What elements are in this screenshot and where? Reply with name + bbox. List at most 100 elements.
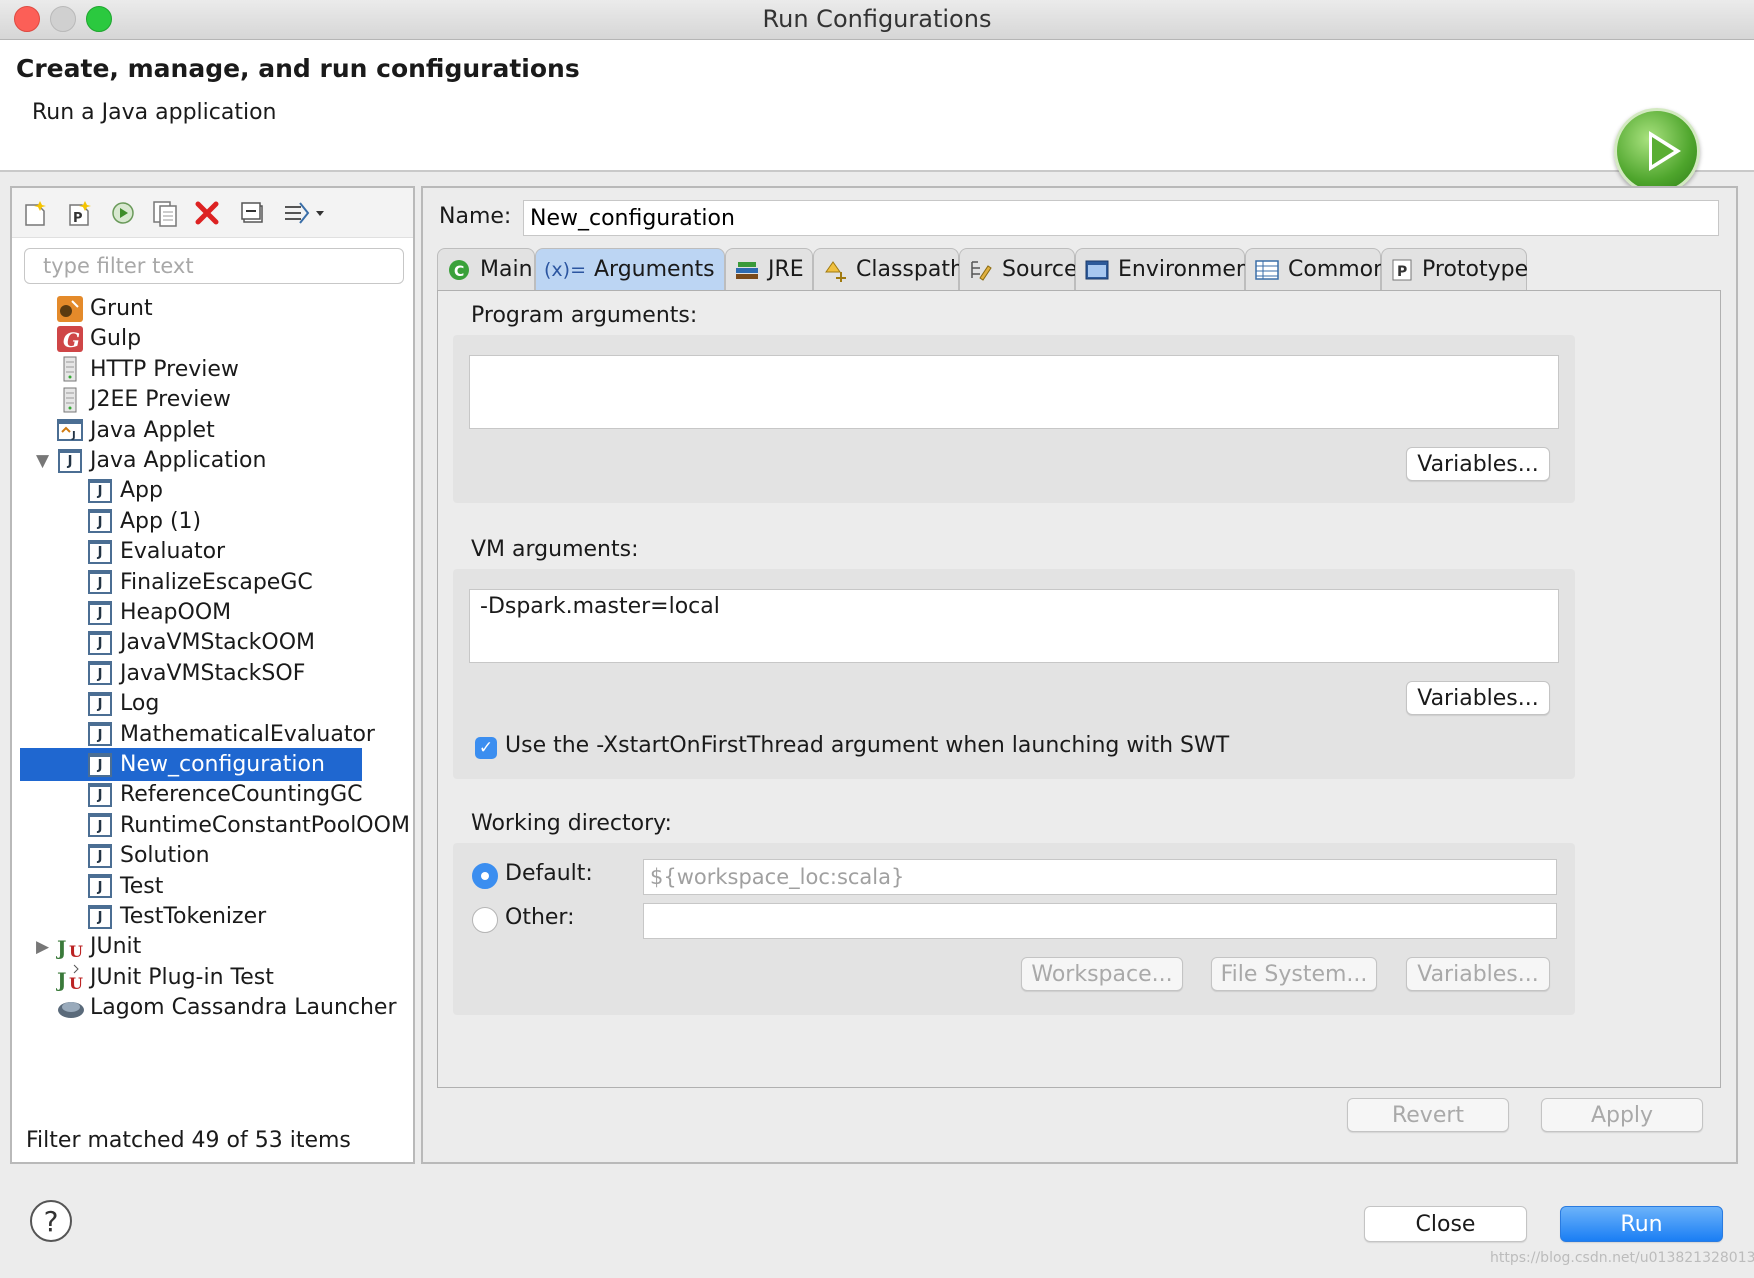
java-app-icon: J	[86, 659, 114, 687]
program-variables-button[interactable]: Variables...	[1406, 447, 1550, 481]
tab-environment[interactable]: Environment	[1075, 248, 1258, 290]
tree-item[interactable]: J App	[86, 474, 163, 507]
tree-item[interactable]: J RuntimeConstantPoolOOM	[86, 809, 410, 842]
configuration-name-input[interactable]	[523, 200, 1719, 236]
java-app-icon: J	[86, 872, 114, 900]
tree-item[interactable]: J HeapOOM	[86, 596, 231, 629]
program-arguments-textarea[interactable]	[469, 355, 1559, 429]
export-icon[interactable]	[108, 198, 138, 228]
tab-arguments[interactable]: (x)= Arguments	[535, 248, 725, 290]
tree-item-label: JavaVMStackSOF	[120, 660, 306, 686]
lagom-icon	[56, 994, 84, 1022]
expanded-arrow-icon[interactable]: ▼	[36, 451, 49, 471]
collapsed-arrow-icon[interactable]: ▶	[36, 937, 49, 957]
revert-button[interactable]: Revert	[1347, 1098, 1509, 1132]
working-dir-variables-button[interactable]: Variables...	[1406, 957, 1550, 991]
tree-item-label: Grunt	[90, 296, 153, 321]
tree-item-label: Test	[120, 873, 164, 899]
java-app-icon: J	[86, 477, 114, 505]
run-banner-icon	[1614, 108, 1700, 194]
tree-item[interactable]: G Gulp	[56, 322, 141, 355]
tab-prototype[interactable]: P Prototype	[1381, 248, 1529, 290]
tree-item[interactable]: J Java Applet	[56, 414, 215, 447]
tree-item[interactable]: J U JUnit Plug-in Test	[56, 961, 274, 994]
tree-item-label: JUnit Plug-in Test	[90, 964, 274, 990]
tree-item[interactable]: J JavaVMStackSOF	[86, 657, 305, 690]
java-app-icon: J	[86, 629, 114, 657]
tree-item[interactable]: Lagom Cassandra Launcher	[56, 991, 397, 1024]
tree-item-label: FinalizeEscapeGC	[120, 569, 313, 595]
program-arguments-group: Variables...	[453, 335, 1575, 503]
tree-item[interactable]: J2EE Preview	[56, 383, 231, 416]
tree-item[interactable]: J FinalizeEscapeGC	[86, 566, 313, 599]
tab-jre[interactable]: JRE	[725, 248, 813, 290]
svg-text:J: J	[56, 936, 66, 960]
source-tab-icon	[968, 257, 994, 283]
vm-arguments-textarea[interactable]: -Dspark.master=local	[469, 589, 1559, 663]
apply-button[interactable]: Apply	[1541, 1098, 1703, 1132]
other-radio[interactable]	[472, 907, 498, 933]
java-app-icon: J	[86, 720, 114, 748]
workspace-button[interactable]: Workspace...	[1021, 957, 1183, 991]
swt-checkbox-label: Use the -XstartOnFirstThread argument wh…	[505, 733, 1230, 758]
svg-text:U: U	[69, 974, 83, 991]
default-radio[interactable]	[472, 863, 498, 889]
tree-item-label: J2EE Preview	[90, 387, 231, 413]
title-bar: Run Configurations	[0, 0, 1754, 40]
tree-item[interactable]: J Solution	[86, 839, 210, 872]
tab-label: Source	[1002, 257, 1078, 282]
tree-item[interactable]: J Evaluator	[86, 535, 225, 568]
grunt-icon	[56, 295, 84, 323]
swt-checkbox[interactable]: ✓	[475, 737, 497, 759]
tree-item-label: TestTokenizer	[120, 904, 267, 929]
tab-main[interactable]: C Main	[437, 248, 535, 290]
tree-item[interactable]: HTTP Preview	[56, 353, 239, 386]
tree-item-label: Log	[120, 691, 160, 717]
tree-item-label: HeapOOM	[120, 600, 232, 625]
run-button[interactable]: Run	[1560, 1206, 1723, 1242]
filter-input[interactable]	[24, 248, 404, 284]
tab-source[interactable]: Source	[959, 248, 1078, 290]
vm-arguments-group: -Dspark.master=local Variables... ✓ Use …	[453, 569, 1575, 779]
tab-label: Prototype	[1422, 257, 1529, 282]
tab-label: Classpath	[856, 257, 964, 282]
default-radio-label: Default:	[505, 861, 593, 886]
header-subtitle: Run a Java application	[32, 100, 277, 125]
tree-item[interactable]: J MathematicalEvaluator	[86, 718, 375, 751]
svg-text:G: G	[63, 328, 80, 352]
tree-item[interactable]: J ReferenceCountingGC	[86, 778, 363, 811]
prototype-tab-icon: P	[1390, 257, 1414, 283]
filter-icon[interactable]	[280, 198, 328, 228]
configuration-tabs: C Main (x)= Arguments JRE Classpath Sour…	[437, 248, 1721, 290]
tree-item[interactable]: J U JUnit	[56, 930, 141, 963]
watermark-text: https://blog.csdn.net/u013821328013	[1490, 1250, 1754, 1266]
tree-item-label: New_configuration	[120, 752, 325, 777]
header-title: Create, manage, and run configurations	[16, 54, 580, 83]
tab-common[interactable]: Common	[1245, 248, 1387, 290]
help-icon[interactable]: ?	[30, 1200, 72, 1242]
svg-text:J: J	[56, 968, 66, 991]
tree-item-label: Lagom Cassandra Launcher	[90, 995, 397, 1021]
tree-item[interactable]: J JavaVMStackOOM	[86, 626, 315, 659]
tree-item-label: RuntimeConstantPoolOOM	[120, 812, 410, 838]
other-directory-field[interactable]	[643, 903, 1557, 939]
close-button[interactable]: Close	[1364, 1206, 1527, 1242]
working-directory-label: Working directory:	[471, 811, 672, 836]
vm-variables-button[interactable]: Variables...	[1406, 681, 1550, 715]
new-configuration-icon[interactable]	[20, 198, 50, 228]
new-prototype-icon[interactable]: P	[64, 198, 94, 228]
tree-item[interactable]: Grunt	[56, 294, 153, 325]
file-system-button[interactable]: File System...	[1211, 957, 1377, 991]
tree-item[interactable]: J Java Application	[56, 444, 266, 477]
tree-item[interactable]: J Log	[86, 687, 159, 720]
tab-label: Common	[1288, 257, 1388, 282]
tree-item[interactable]: J New_configuration	[20, 748, 362, 781]
tab-classpath[interactable]: Classpath	[813, 248, 964, 290]
collapse-all-icon[interactable]	[238, 198, 268, 228]
tree-item[interactable]: J App (1)	[86, 505, 201, 538]
svg-text:J: J	[71, 430, 76, 441]
tree-item[interactable]: J TestTokenizer	[86, 900, 266, 933]
duplicate-icon[interactable]	[150, 198, 180, 228]
delete-icon[interactable]	[192, 198, 222, 228]
tree-item[interactable]: J Test	[86, 870, 163, 903]
